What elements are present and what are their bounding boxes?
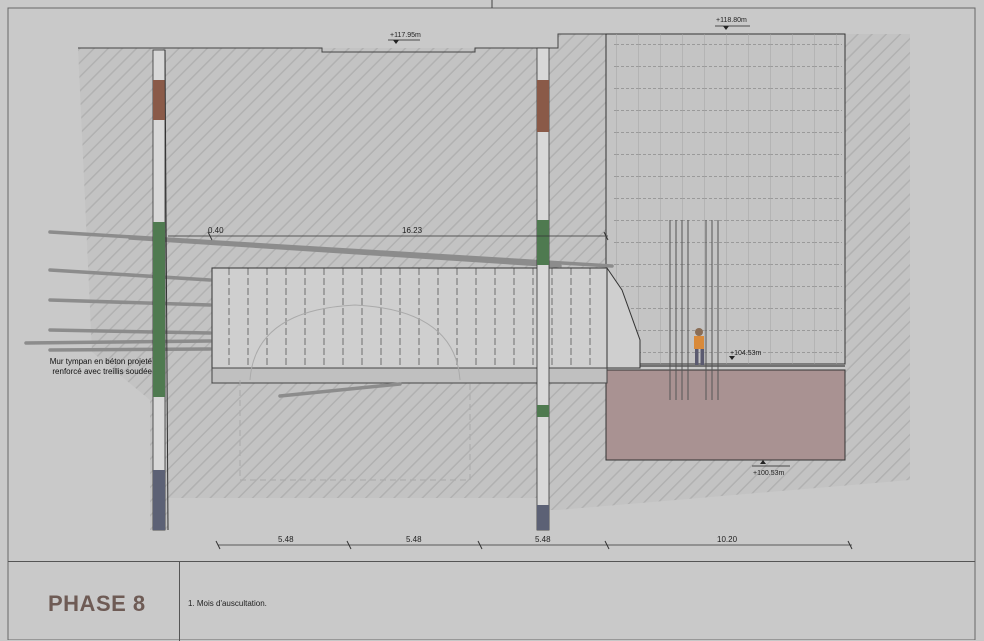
bracing-grid <box>612 34 842 364</box>
title-block: PHASE 8 1. Mois d'auscultation. <box>8 561 975 641</box>
svg-text:0.40: 0.40 <box>208 226 224 235</box>
phase-note: 1. Mois d'auscultation. <box>188 599 267 608</box>
svg-text:+104.53m: +104.53m <box>730 350 761 357</box>
pit <box>605 369 846 461</box>
svg-text:10.20: 10.20 <box>717 535 738 544</box>
svg-text:+100.53m: +100.53m <box>753 470 784 477</box>
svg-text:5.48: 5.48 <box>406 535 422 544</box>
elevation-marker-top-right: +118.80m <box>715 17 750 30</box>
section-drawing: +117.95m +118.80m +104.53m +100.53m 0.40… <box>7 0 976 640</box>
svg-text:16.23: 16.23 <box>402 226 423 235</box>
svg-text:5.48: 5.48 <box>278 535 294 544</box>
svg-text:+117.95m: +117.95m <box>390 32 421 39</box>
svg-text:5.48: 5.48 <box>535 535 551 544</box>
bottom-dimension: 5.48 5.48 5.48 10.20 <box>215 535 853 550</box>
borehole-right <box>536 47 550 531</box>
elevation-marker-top-left: +117.95m <box>388 32 421 44</box>
phase-title: PHASE 8 <box>48 591 146 616</box>
phase-cell: PHASE 8 <box>8 562 180 641</box>
wall-annotation: Mur tympan en béton projeté renforcé ave… <box>49 357 152 376</box>
svg-text:+118.80m: +118.80m <box>716 17 747 24</box>
drawing-sheet: +117.95m +118.80m +104.53m +100.53m 0.40… <box>0 0 984 641</box>
